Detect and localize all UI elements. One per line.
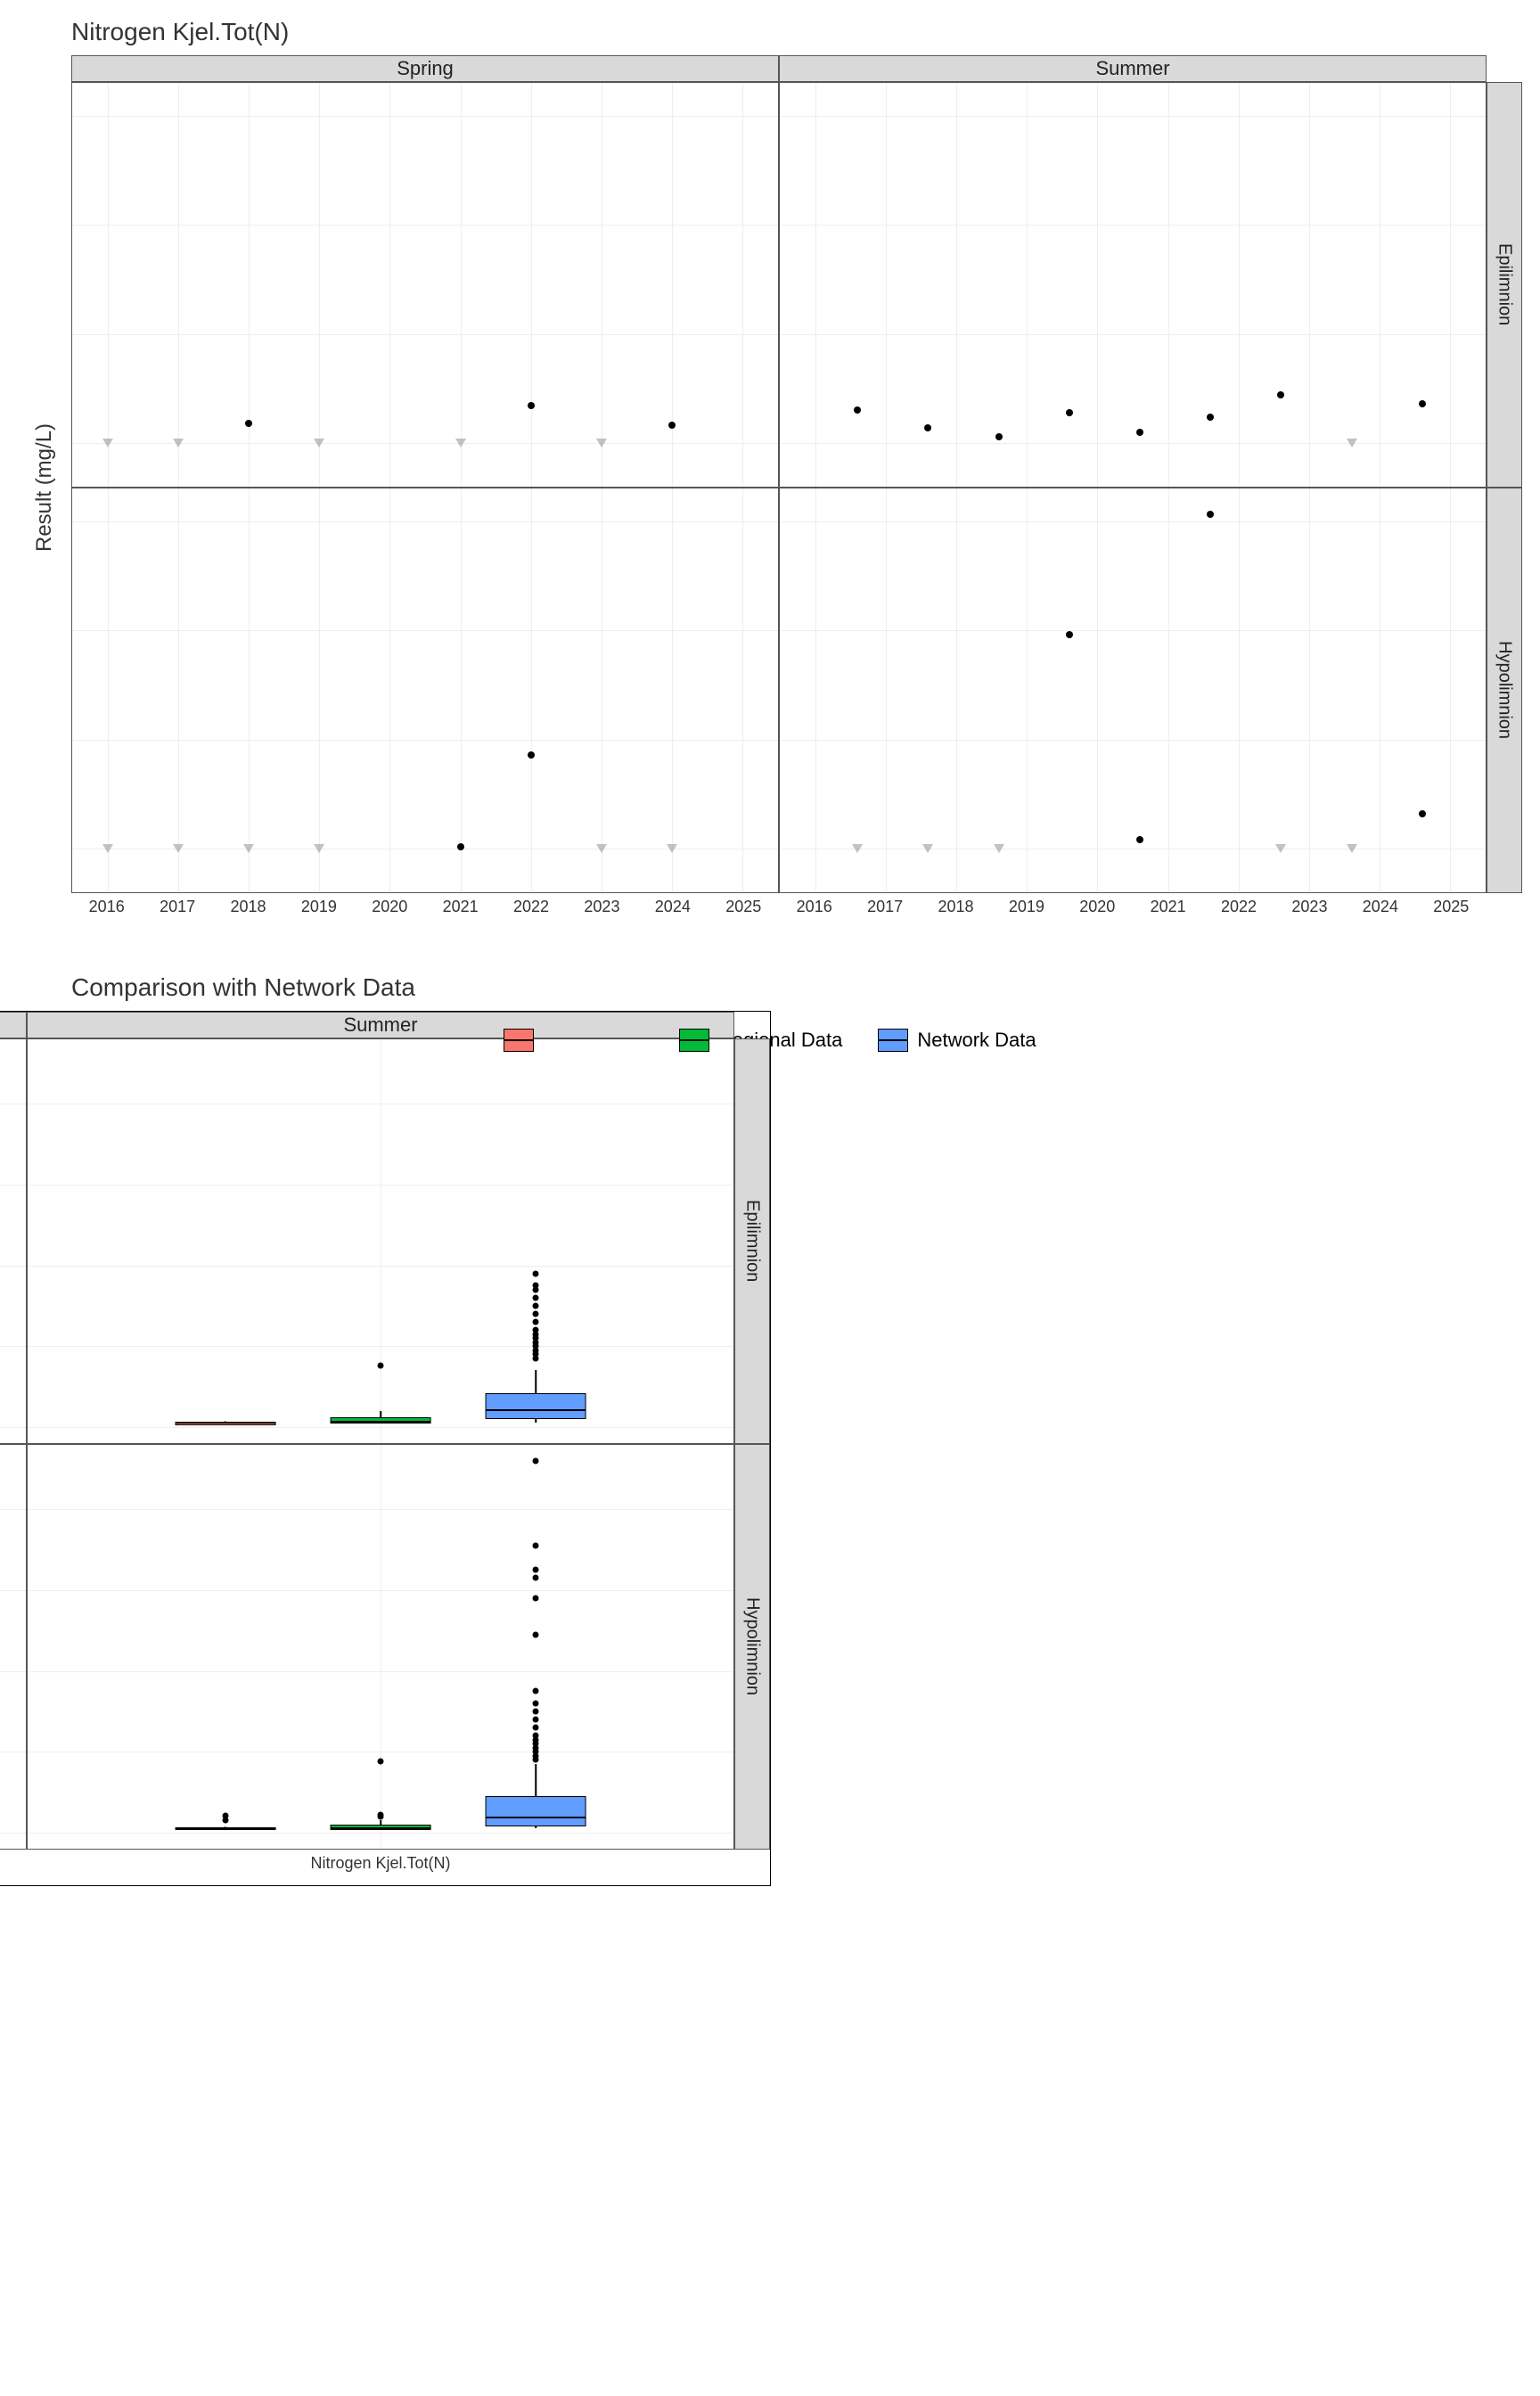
panel-spring-hypo: 0.050.100.150.20 (71, 488, 779, 893)
outlier-point (533, 1543, 539, 1549)
outlier-point (378, 1811, 384, 1818)
box-grid: Spring Summer Results (mg/L) 01234 Epili… (0, 1011, 771, 1886)
outlier-point (533, 1717, 539, 1723)
triangle-marker (102, 844, 113, 853)
scatter-grid: Spring Summer Result (mg/L) 0.050.100.15… (18, 55, 1522, 929)
data-point (528, 402, 535, 409)
outlier-point (533, 1311, 539, 1317)
xaxis-box-summer: Nitrogen Kjel.Tot(N) (27, 1850, 734, 1885)
outlier-point (533, 1596, 539, 1602)
col-strip-summer: Summer (779, 55, 1487, 82)
data-point (668, 422, 676, 429)
xaxis-summer: 2016201720182019202020212022202320242025 (779, 893, 1487, 929)
boxpanel-summer-epi (27, 1038, 734, 1444)
row-strip-hypo: Hypolimnion (1487, 488, 1522, 893)
boxpanel-spring-epi: 01234 (0, 1038, 27, 1444)
triangle-marker (852, 844, 863, 853)
xaxis-box-spring: Nitrogen Kjel.Tot(N) (0, 1850, 27, 1885)
outlier-point (378, 1363, 384, 1369)
outlier-point (533, 1700, 539, 1706)
triangle-marker (455, 439, 466, 447)
outlier-point (533, 1302, 539, 1309)
panel-summer-hypo (779, 488, 1487, 893)
data-point (1419, 810, 1426, 817)
data-point (1136, 429, 1143, 436)
boxpanel-summer-hypo (27, 1444, 734, 1850)
triangle-marker (314, 439, 324, 447)
outlier-point (533, 1631, 539, 1637)
boxplot-box (486, 1393, 586, 1419)
xaxis-spring: 2016201720182019202020212022202320242025 (71, 893, 779, 929)
col-strip-spring-2: Spring (0, 1012, 27, 1038)
outlier-point (533, 1725, 539, 1731)
row-strip-epi-2: Epilimnion (734, 1038, 770, 1444)
triangle-marker (994, 844, 1004, 853)
outlier-point (222, 1813, 228, 1819)
outlier-point (533, 1327, 539, 1333)
data-point (854, 406, 861, 414)
col-strip-spring: Spring (71, 55, 779, 82)
data-point (924, 424, 931, 431)
data-point (1066, 631, 1073, 638)
data-point (1207, 414, 1214, 421)
chart-title-2: Comparison with Network Data (71, 973, 1522, 1002)
data-point (245, 420, 252, 427)
legend-network: Network Data (878, 1029, 1036, 1052)
triangle-marker (102, 439, 113, 447)
outlier-point (533, 1708, 539, 1714)
triangle-marker (173, 439, 184, 447)
outlier-point (533, 1567, 539, 1573)
data-point (1207, 511, 1214, 518)
outlier-point (533, 1575, 539, 1581)
data-point (995, 433, 1003, 440)
triangle-marker (243, 844, 254, 853)
panel-spring-epi: 0.050.100.150.20 (71, 82, 779, 488)
row-strip-epi: Epilimnion (1487, 82, 1522, 488)
outlier-point (533, 1270, 539, 1276)
boxplot-box (486, 1796, 586, 1826)
data-point (1277, 391, 1284, 398)
outlier-point (533, 1319, 539, 1325)
panel-summer-epi (779, 82, 1487, 488)
triangle-marker (667, 844, 677, 853)
outlier-point (533, 1283, 539, 1289)
outlier-point (533, 1733, 539, 1739)
triangle-marker (1347, 844, 1357, 853)
data-point (1419, 400, 1426, 407)
outlier-point (378, 1759, 384, 1765)
triangle-marker (922, 844, 933, 853)
data-point (1136, 836, 1143, 843)
data-point (457, 843, 464, 850)
data-point (528, 751, 535, 759)
triangle-marker (596, 844, 607, 853)
ylabel-1: Result (mg/L) (18, 82, 71, 893)
triangle-marker (173, 844, 184, 853)
outlier-point (533, 1294, 539, 1301)
row-strip-hypo-2: Hypolimnion (734, 1444, 770, 1850)
triangle-marker (596, 439, 607, 447)
outlier-point (533, 1688, 539, 1694)
data-point (1066, 409, 1073, 416)
triangle-marker (1347, 439, 1357, 447)
col-strip-summer-2: Summer (27, 1012, 734, 1038)
triangle-marker (314, 844, 324, 853)
chart-title-1: Nitrogen Kjel.Tot(N) (71, 18, 1522, 46)
outlier-point (533, 1458, 539, 1465)
triangle-marker (1275, 844, 1286, 853)
boxpanel-spring-hypo: 01234 (0, 1444, 27, 1850)
